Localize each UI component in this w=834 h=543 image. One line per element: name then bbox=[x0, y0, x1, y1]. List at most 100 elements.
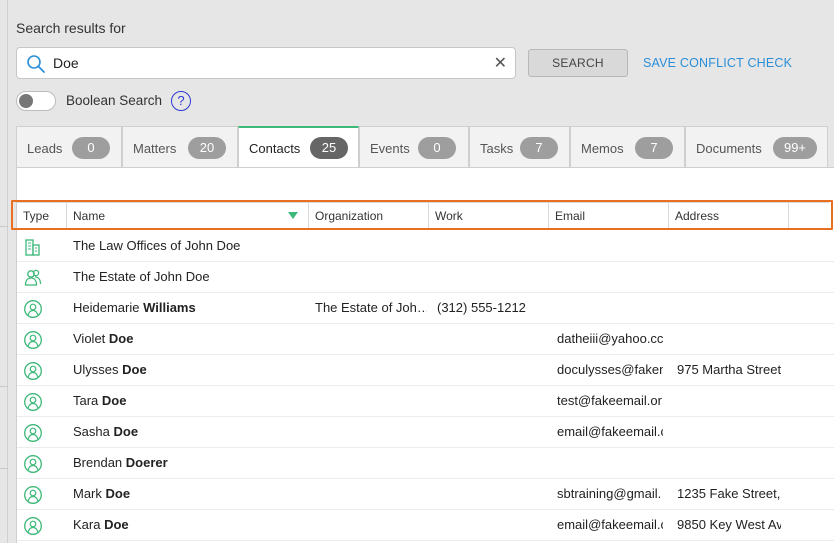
table-row[interactable]: Mark Doe sbtraining@gmail. 1235 Fake Stree… bbox=[17, 479, 834, 510]
count-badge: 99+ bbox=[773, 137, 817, 159]
tab-matters[interactable]: Matters 20 bbox=[122, 126, 238, 167]
person-icon bbox=[23, 516, 43, 536]
last-name: Doe bbox=[105, 486, 131, 501]
first-name: Brendan bbox=[73, 455, 126, 470]
page-title: Search results for bbox=[16, 20, 126, 36]
person-icon bbox=[23, 299, 43, 319]
tab-label: Events bbox=[370, 141, 410, 156]
search-value[interactable]: Doe bbox=[53, 55, 79, 71]
table-row[interactable]: The Law Offices of John Doe bbox=[17, 231, 834, 262]
contact-name[interactable]: Sasha Doe bbox=[73, 424, 303, 439]
tab-leads[interactable]: Leads 0 bbox=[16, 126, 122, 167]
first-name: The Estate of John Doe bbox=[73, 269, 210, 284]
tab-tasks[interactable]: Tasks 7 bbox=[469, 126, 570, 167]
boolean-search-toggle[interactable] bbox=[16, 91, 56, 111]
column-organization[interactable]: Organization bbox=[309, 203, 429, 229]
contact-name[interactable]: The Estate of John Doe bbox=[73, 269, 303, 284]
email-cell: datheiii@yahoo.cc bbox=[557, 331, 663, 346]
estate-icon bbox=[23, 268, 43, 288]
person-icon bbox=[23, 361, 43, 381]
count-badge: 0 bbox=[72, 137, 110, 159]
column-work[interactable]: Work bbox=[429, 203, 549, 229]
address-cell: 975 Martha Street bbox=[677, 362, 781, 377]
count-badge: 25 bbox=[310, 137, 348, 159]
last-name: Williams bbox=[143, 300, 196, 315]
column-type[interactable]: Type bbox=[17, 203, 67, 229]
work-phone-cell: (312) 555-1212 bbox=[437, 300, 526, 315]
tab-contacts[interactable]: Contacts 25 bbox=[238, 126, 359, 168]
last-name: Doe bbox=[101, 393, 127, 408]
email-cell: email@fakeemail.c bbox=[557, 517, 663, 532]
contact-name[interactable]: Brendan Doerer bbox=[73, 455, 303, 470]
search-icon bbox=[27, 55, 45, 73]
contact-name[interactable]: Tara Doe bbox=[73, 393, 303, 408]
tab-label: Contacts bbox=[249, 141, 301, 156]
tab-label: Matters bbox=[133, 141, 177, 156]
boolean-search-label: Boolean Search bbox=[66, 93, 163, 108]
first-name: Ulysses bbox=[73, 362, 123, 377]
table-row[interactable]: Violet Doe datheiii@yahoo.cc bbox=[17, 324, 834, 355]
email-cell: email@fakeemail.c bbox=[557, 424, 663, 439]
email-cell: sbtraining@gmail. bbox=[557, 486, 662, 501]
tab-label: Tasks bbox=[480, 141, 514, 156]
email-cell: doculysses@faken bbox=[557, 362, 663, 377]
contact-name[interactable]: The Law Offices of John Doe bbox=[73, 238, 303, 253]
table-row[interactable]: Heidemarie Williams The Estate of Joh… (31… bbox=[17, 293, 834, 324]
first-name: The Law Offices of John Doe bbox=[73, 238, 241, 253]
tab-events[interactable]: Events 0 bbox=[359, 126, 469, 167]
contact-name[interactable]: Kara Doe bbox=[73, 517, 303, 532]
person-icon bbox=[23, 330, 43, 350]
help-icon[interactable]: ? bbox=[171, 91, 191, 111]
contact-name[interactable]: Mark Doe bbox=[73, 486, 303, 501]
last-name: Doe bbox=[104, 517, 129, 532]
contact-name[interactable]: Heidemarie Williams bbox=[73, 300, 303, 315]
organization-cell: The Estate of Joh… bbox=[315, 300, 427, 315]
column-name-label: Name bbox=[73, 209, 106, 223]
contact-name[interactable]: Ulysses Doe bbox=[73, 362, 303, 377]
table-row[interactable]: Sasha Doe email@fakeemail.c bbox=[17, 417, 834, 448]
table-row[interactable]: Brendan Doerer bbox=[17, 448, 834, 479]
tab-label: Leads bbox=[27, 141, 63, 156]
table-row[interactable]: Ulysses Doe doculysses@faken 975 Martha St… bbox=[17, 355, 834, 386]
address-cell: 9850 Key West Ave bbox=[677, 517, 781, 532]
count-badge: 7 bbox=[520, 137, 558, 159]
tab-label: Documents bbox=[696, 141, 762, 156]
person-icon bbox=[23, 485, 43, 505]
person-icon bbox=[23, 454, 43, 474]
column-name[interactable]: Name bbox=[67, 203, 309, 229]
table-row[interactable]: The Estate of John Doe bbox=[17, 262, 834, 293]
email-cell: test@fakeemail.or bbox=[557, 393, 662, 408]
count-badge: 0 bbox=[418, 137, 456, 159]
person-icon bbox=[23, 392, 43, 412]
column-address[interactable]: Address bbox=[669, 203, 789, 229]
table-row[interactable]: Kara Doe email@fakeemail.c 9850 Key West A… bbox=[17, 510, 834, 541]
first-name: Violet bbox=[73, 331, 109, 346]
last-name: Doe bbox=[122, 362, 147, 377]
first-name: Heidemarie bbox=[73, 300, 144, 315]
sort-descending-icon[interactable] bbox=[288, 212, 298, 219]
left-edge-panel bbox=[0, 0, 8, 543]
first-name: Mark bbox=[73, 486, 106, 501]
save-conflict-check-link[interactable]: SAVE CONFLICT CHECK bbox=[643, 56, 792, 70]
contact-name[interactable]: Violet Doe bbox=[73, 331, 303, 346]
search-input[interactable]: Doe ✕ bbox=[16, 47, 516, 79]
first-name: Kara bbox=[73, 517, 105, 532]
table-row[interactable]: Tara Doe test@fakeemail.or bbox=[17, 386, 834, 417]
address-cell: 1235 Fake Street, C bbox=[677, 486, 781, 501]
last-name: Doe bbox=[113, 424, 139, 439]
last-name: Doe bbox=[108, 331, 134, 346]
first-name: Sasha bbox=[73, 424, 114, 439]
tab-label: Memos bbox=[581, 141, 624, 156]
count-badge: 20 bbox=[188, 137, 226, 159]
table-header: Type Name Organization Work Email Addres… bbox=[17, 202, 829, 229]
building-icon bbox=[23, 237, 43, 257]
tab-documents[interactable]: Documents 99+ bbox=[685, 126, 828, 167]
count-badge: 7 bbox=[635, 137, 673, 159]
search-button[interactable]: SEARCH bbox=[528, 49, 628, 77]
column-email[interactable]: Email bbox=[549, 203, 669, 229]
tab-memos[interactable]: Memos 7 bbox=[570, 126, 685, 167]
last-name: Doerer bbox=[125, 455, 168, 470]
first-name: Tara bbox=[73, 393, 102, 408]
clear-icon[interactable]: ✕ bbox=[494, 53, 507, 73]
person-icon bbox=[23, 423, 43, 443]
